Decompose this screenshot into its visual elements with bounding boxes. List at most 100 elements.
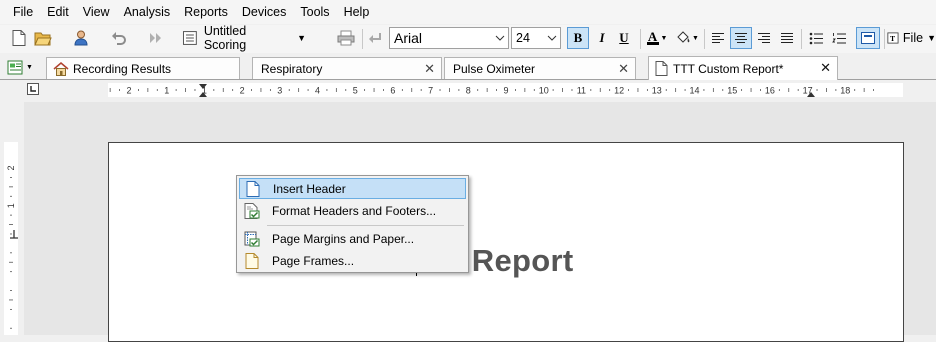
toolbar-separator [362, 29, 363, 49]
paint-bucket-icon [677, 31, 690, 43]
ruler-label: 11 [577, 86, 586, 96]
document-area[interactable]: G Report [24, 102, 936, 342]
layout-menu-button[interactable]: ▼ [5, 56, 35, 78]
chevron-down-icon [492, 35, 508, 41]
printer-icon [337, 30, 355, 46]
scoring-label: Untitled Scoring [203, 24, 247, 52]
font-name-combo[interactable]: Arial [389, 27, 509, 49]
menu-page-frames[interactable]: Page Frames... [239, 250, 466, 271]
font-color-button[interactable]: A ▼ [644, 27, 670, 49]
scoring-icon [182, 31, 197, 45]
menu-reports[interactable]: Reports [177, 0, 235, 24]
menu-separator [267, 225, 464, 226]
underline-button[interactable]: U [614, 27, 634, 49]
ruler-label: 2 [240, 86, 245, 96]
double-chevron-right-icon [150, 33, 161, 43]
user-icon [74, 30, 88, 46]
bulleted-list-button[interactable] [806, 27, 826, 49]
redo-button[interactable] [366, 27, 386, 49]
menu-item-label: Page Frames... [272, 253, 355, 268]
align-right-button[interactable] [754, 27, 774, 49]
ruler-label: 9 [503, 86, 508, 96]
page-check-icon [239, 202, 265, 219]
ruler-label: 12 [614, 86, 624, 96]
frame-icon [861, 32, 875, 44]
numbered-list-button[interactable] [829, 27, 849, 49]
menu-bar: File Edit View Analysis Reports Devices … [0, 0, 936, 24]
context-menu: Insert Header Format Headers and Footers… [236, 175, 469, 273]
patient-button[interactable] [70, 27, 92, 49]
undo-scoring-button[interactable] [108, 27, 130, 49]
menu-item-label: Page Margins and Paper... [272, 231, 415, 246]
menu-file[interactable]: File [0, 0, 40, 24]
chevron-down-icon [544, 35, 560, 41]
caret-down-icon: ▼ [660, 34, 668, 42]
ruler-label: 3 [277, 86, 282, 96]
tab-ttt-custom-report[interactable]: TTT Custom Report* ✕ [648, 56, 838, 80]
tab-label: Respiratory [261, 61, 323, 76]
align-center-button[interactable] [730, 27, 752, 49]
close-icon[interactable]: ✕ [618, 61, 629, 77]
menu-view[interactable]: View [76, 0, 117, 24]
open-folder-icon [34, 32, 52, 45]
menu-page-margins-paper[interactable]: Page Margins and Paper... [239, 228, 466, 249]
align-justify-icon [781, 33, 793, 43]
ruler-bar: 2 1 1 2 3 4 5 6 7 8 9 10 11 12 13 14 15 16 17 18 [0, 80, 936, 102]
justify-button[interactable] [777, 27, 797, 49]
menu-devices[interactable]: Devices [235, 0, 293, 24]
layout-icon [7, 60, 23, 74]
toolbar-separator [801, 29, 802, 49]
main-toolbar: Untitled Scoring ▼ Arial 24 B I U A ▼ ▼ [0, 24, 936, 53]
vertical-ruler[interactable]: 21 [0, 102, 24, 335]
new-document-button[interactable] [8, 27, 30, 49]
ruler-label: 10 [539, 86, 549, 96]
report-page[interactable]: G Report [108, 142, 904, 342]
print-button[interactable] [335, 27, 357, 49]
tab-recording-results[interactable]: Recording Results [46, 57, 240, 79]
home-icon [47, 61, 69, 76]
forward-button[interactable] [145, 27, 167, 49]
scoring-dropdown[interactable]: Untitled Scoring ▼ [182, 24, 306, 52]
tab-pulse-oximeter[interactable]: Pulse Oximeter ✕ [444, 57, 636, 79]
font-color-bar [646, 42, 659, 45]
italic-button[interactable]: I [592, 27, 612, 49]
report-heading[interactable]: G Report [109, 243, 903, 279]
file-insert-button[interactable]: T File ▼ [887, 27, 936, 49]
align-left-icon [712, 33, 724, 43]
new-document-icon [12, 30, 26, 46]
toolbar-separator [884, 29, 885, 49]
ruler-label: 1 [6, 203, 16, 208]
align-left-button[interactable] [708, 27, 728, 49]
open-button[interactable] [32, 27, 54, 49]
undo-arrow-icon [112, 32, 126, 45]
menu-tools[interactable]: Tools [293, 0, 336, 24]
menu-analysis[interactable]: Analysis [117, 0, 178, 24]
document-icon [649, 61, 668, 76]
close-icon[interactable]: ✕ [820, 60, 831, 76]
menu-insert-header[interactable]: Insert Header [239, 178, 466, 199]
align-center-icon [735, 33, 747, 43]
frame-toggle-button[interactable] [856, 27, 880, 49]
menu-format-headers-footers[interactable]: Format Headers and Footers... [239, 200, 466, 221]
menu-help[interactable]: Help [337, 0, 377, 24]
horizontal-ruler[interactable]: 2 1 1 2 3 4 5 6 7 8 9 10 11 12 13 14 15 16 17 18 [0, 80, 936, 102]
ruler-label: 2 [126, 86, 131, 96]
font-size-combo[interactable]: 24 [511, 27, 561, 49]
ruler-label: 2 [6, 165, 16, 170]
menu-edit[interactable]: Edit [40, 0, 76, 24]
bulleted-list-icon [809, 32, 823, 44]
tab-label: Pulse Oximeter [453, 61, 536, 76]
bold-button[interactable]: B [567, 27, 589, 49]
font-color-letter: A [647, 29, 658, 44]
ruler-label: 6 [390, 86, 395, 96]
close-icon[interactable]: ✕ [424, 61, 435, 77]
ruler-label: 7 [428, 86, 433, 96]
ruler-label: 4 [315, 86, 320, 96]
fill-color-button[interactable]: ▼ [674, 27, 700, 49]
vertical-ruler-bar: 21 [0, 102, 24, 335]
caret-down-icon: ▼ [692, 34, 699, 42]
tab-respiratory[interactable]: Respiratory ✕ [252, 57, 442, 79]
document-tab-bar: ▼ Recording Results Respiratory ✕ Pulse … [0, 54, 936, 80]
align-right-icon [758, 33, 770, 43]
ruler-label: 8 [466, 86, 471, 96]
